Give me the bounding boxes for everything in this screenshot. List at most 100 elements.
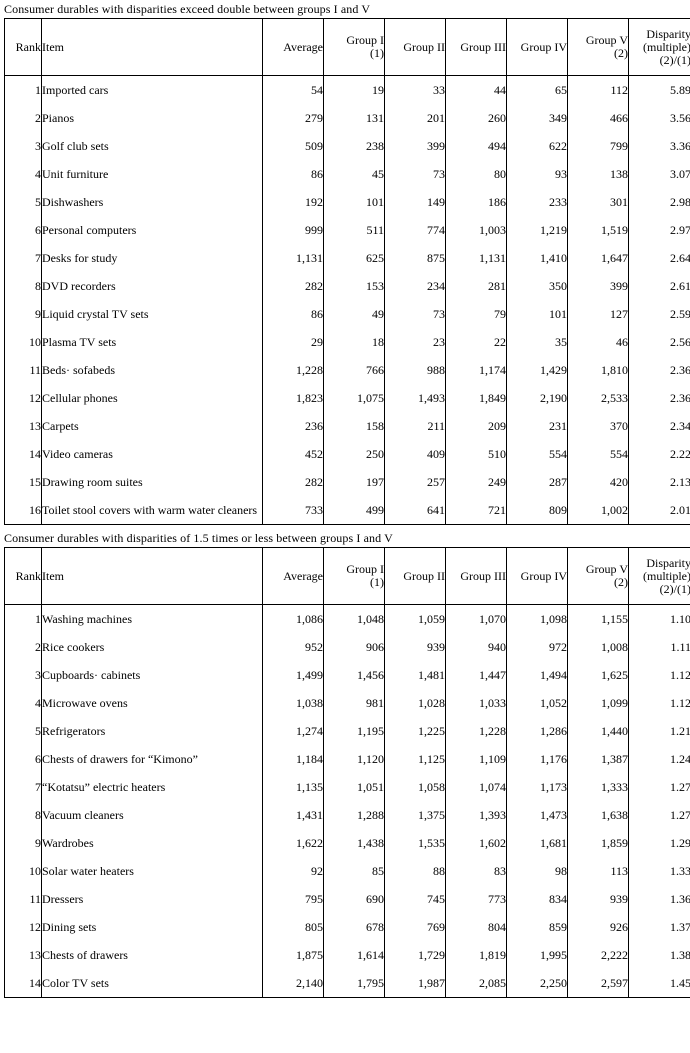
cell-group-1: 1,051 (323, 773, 385, 801)
cell-average: 1,499 (262, 661, 324, 689)
cell-group-2: 774 (384, 216, 446, 244)
cell-item: Washing machines (41, 604, 263, 633)
cell-average: 509 (262, 132, 324, 160)
cell-group-2: 73 (384, 160, 446, 188)
cell-disparity: 1.38 (628, 941, 690, 969)
cell-group-2: 641 (384, 496, 446, 525)
cell-group-1: 1,288 (323, 801, 385, 829)
cell-group-1: 981 (323, 689, 385, 717)
cell-group-2: 211 (384, 412, 446, 440)
cell-group-4: 1,410 (506, 244, 568, 272)
table-1-header-row: Rank Item Average Group I (1) Group II G… (4, 18, 690, 76)
cell-group-4: 93 (506, 160, 568, 188)
cell-item: Cellular phones (41, 384, 263, 412)
cell-item: Pianos (41, 104, 263, 132)
cell-rank: 1 (4, 604, 42, 633)
table-row: 12 Cellular phones 1,823 1,075 1,493 1,849 2,1… (4, 384, 690, 412)
cell-disparity: 1.45 (628, 969, 690, 998)
cell-group-1: 101 (323, 188, 385, 216)
cell-group-4: 1,052 (506, 689, 568, 717)
cell-average: 1,875 (262, 941, 324, 969)
cell-group-1: 197 (323, 468, 385, 496)
cell-group-4: 349 (506, 104, 568, 132)
cell-group-5: 554 (567, 440, 629, 468)
cell-group-3: 1,228 (445, 717, 507, 745)
cell-item: Plasma TV sets (41, 328, 263, 356)
cell-average: 805 (262, 913, 324, 941)
cell-group-1: 1,614 (323, 941, 385, 969)
cell-group-5: 1,647 (567, 244, 629, 272)
table-2-header-row: Rank Item Average Group I (1) Group II G… (4, 547, 690, 605)
cell-rank: 7 (4, 244, 42, 272)
cell-disparity: 2.59 (628, 300, 690, 328)
cell-average: 733 (262, 496, 324, 525)
cell-group-3: 773 (445, 885, 507, 913)
cell-average: 1,184 (262, 745, 324, 773)
cell-disparity: 2.61 (628, 272, 690, 300)
cell-group-1: 678 (323, 913, 385, 941)
cell-group-2: 1,125 (384, 745, 446, 773)
cell-item: Rice cookers (41, 633, 263, 661)
cell-rank: 8 (4, 272, 42, 300)
cell-disparity: 2.64 (628, 244, 690, 272)
page-root: Consumer durables with disparities excee… (0, 0, 690, 1053)
table-row: 5 Refrigerators 1,274 1,195 1,225 1,228 1,286 1… (4, 717, 690, 745)
cell-group-3: 80 (445, 160, 507, 188)
cell-average: 29 (262, 328, 324, 356)
table-row: 8 Vacuum cleaners 1,431 1,288 1,375 1,393 1,47… (4, 801, 690, 829)
cell-average: 1,823 (262, 384, 324, 412)
cell-group-2: 257 (384, 468, 446, 496)
cell-rank: 5 (4, 188, 42, 216)
cell-group-3: 510 (445, 440, 507, 468)
cell-group-1: 153 (323, 272, 385, 300)
cell-group-4: 1,173 (506, 773, 568, 801)
column-header-group-2: Group II (384, 547, 446, 605)
cell-group-3: 1,131 (445, 244, 507, 272)
cell-group-5: 1,333 (567, 773, 629, 801)
cell-item: Liquid crystal TV sets (41, 300, 263, 328)
cell-rank: 9 (4, 829, 42, 857)
cell-rank: 6 (4, 216, 42, 244)
cell-item: Solar water heaters (41, 857, 263, 885)
cell-group-2: 745 (384, 885, 446, 913)
cell-group-5: 2,222 (567, 941, 629, 969)
cell-group-2: 73 (384, 300, 446, 328)
cell-group-5: 2,533 (567, 384, 629, 412)
cell-disparity: 1.37 (628, 913, 690, 941)
cell-average: 86 (262, 160, 324, 188)
cell-group-3: 1,033 (445, 689, 507, 717)
column-header-item: Item (41, 18, 263, 76)
cell-group-1: 158 (323, 412, 385, 440)
cell-disparity: 1.27 (628, 801, 690, 829)
table-1-header: Rank Item Average Group I (1) Group II G… (4, 18, 690, 76)
cell-group-2: 33 (384, 75, 446, 104)
column-header-group-3: Group III (445, 18, 507, 76)
cell-group-2: 409 (384, 440, 446, 468)
cell-group-4: 1,219 (506, 216, 568, 244)
cell-item: Desks for study (41, 244, 263, 272)
cell-group-4: 101 (506, 300, 568, 328)
cell-group-5: 1,519 (567, 216, 629, 244)
cell-rank: 3 (4, 661, 42, 689)
cell-rank: 2 (4, 633, 42, 661)
cell-group-2: 1,493 (384, 384, 446, 412)
cell-average: 236 (262, 412, 324, 440)
cell-group-5: 1,002 (567, 496, 629, 525)
cell-group-2: 1,729 (384, 941, 446, 969)
cell-group-4: 972 (506, 633, 568, 661)
cell-item: Dining sets (41, 913, 263, 941)
cell-group-5: 1,810 (567, 356, 629, 384)
column-header-disparity: Disparity (multiple) (2)/(1) (628, 547, 690, 605)
cell-group-5: 1,387 (567, 745, 629, 773)
column-header-group-5-line-2: (2) (614, 575, 628, 589)
table-row: 5 Dishwashers 192 101 149 186 233 301 2.98 (4, 188, 690, 216)
cell-group-2: 1,987 (384, 969, 446, 998)
table-1-caption: Consumer durables with disparities excee… (4, 2, 371, 16)
column-header-disparity-line-2: (multiple) (643, 568, 690, 583)
cell-group-4: 2,190 (506, 384, 568, 412)
cell-disparity: 1.29 (628, 829, 690, 857)
cell-item: Cupboards· cabinets (41, 661, 263, 689)
cell-item: Chests of drawers for “Kimono” (41, 745, 263, 773)
disparity-table-below-one-point-five: Rank Item Average Group I (1) Group II G… (4, 547, 690, 998)
cell-group-1: 1,795 (323, 969, 385, 998)
